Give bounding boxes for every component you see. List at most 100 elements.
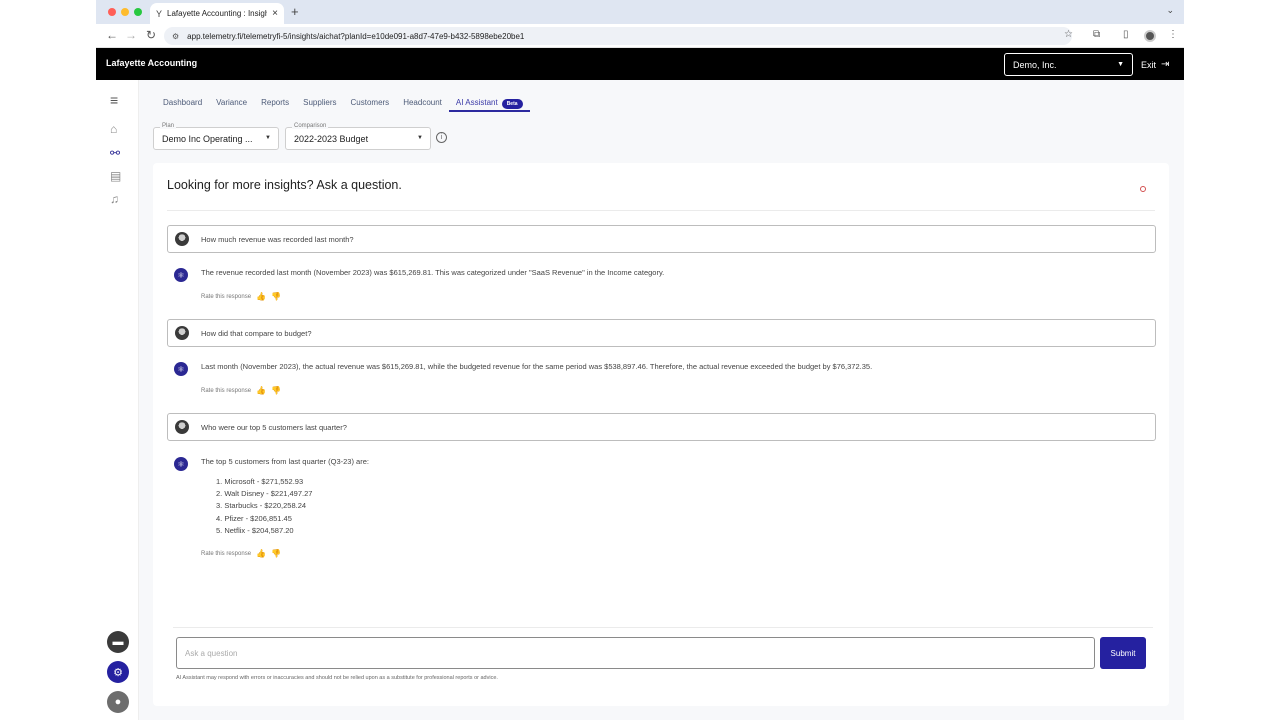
left-rail: ≡ ⌂ ⚯ ▤ ♫ ▬ ⚙ ● <box>96 80 139 720</box>
exit-button[interactable]: Exit ⇥ <box>1141 59 1169 70</box>
tab-reports[interactable]: Reports <box>254 96 296 112</box>
new-tab-button[interactable]: + <box>291 4 299 19</box>
list-item: 2. Walt Disney - $221,497.27 <box>216 489 313 499</box>
organization-select[interactable]: Demo, Inc. ▼ <box>1004 53 1133 76</box>
plan-select-value: Demo Inc Operating ... <box>162 134 253 144</box>
rating-row: Rate this response 👍 👎 <box>201 386 281 395</box>
divider <box>173 627 1153 628</box>
thumbs-up-icon[interactable]: 👍 <box>256 549 266 558</box>
disclaimer-text: AI Assistant may respond with errors or … <box>176 675 498 681</box>
assistant-avatar-icon: ⚛ <box>174 457 188 471</box>
comparison-select[interactable]: Comparison 2022-2023 Budget ▼ <box>285 123 431 150</box>
gear-icon[interactable]: ⚙ <box>107 661 129 683</box>
browser-toolbar: ← → ↻ ⚙ app.telemetry.fi/telemetryfi-5/i… <box>96 24 1184 48</box>
assistant-avatar-icon: ⚛ <box>174 268 188 282</box>
puzzle-icon[interactable]: ⧉ <box>1093 29 1100 40</box>
kebab-menu-icon[interactable]: ⋮ <box>1168 29 1178 40</box>
screen-gutter-left <box>0 0 96 720</box>
document-icon[interactable]: ▤ <box>110 169 121 183</box>
bell-icon[interactable]: ♫ <box>110 192 119 206</box>
forward-arrow-icon[interactable]: → <box>125 28 137 42</box>
profile-avatar[interactable] <box>1144 30 1156 42</box>
tab-title: Lafayette Accounting : Insigh <box>167 9 268 18</box>
user-avatar <box>175 326 189 340</box>
screen-gutter-right <box>1184 0 1280 720</box>
plan-select-label: Plan <box>160 123 177 129</box>
window-close-button[interactable] <box>108 8 116 16</box>
list-item: 5. Netflix - $204,587.20 <box>216 525 294 535</box>
chat-title: Looking for more insights? Ask a questio… <box>167 178 402 192</box>
user-avatar <box>175 420 189 434</box>
rate-label: Rate this response <box>201 550 252 557</box>
answer-text: The top 5 customers from last quarter (Q… <box>201 457 369 466</box>
plan-select[interactable]: Plan Demo Inc Operating ... ▼ <box>153 123 279 150</box>
comparison-select-label: Comparison <box>292 123 329 129</box>
insights-icon[interactable]: ⚯ <box>110 146 120 160</box>
caret-down-icon: ▼ <box>417 135 423 141</box>
answer-text: Last month (November 2023), the actual r… <box>201 362 873 371</box>
brand-name: Lafayette Accounting <box>106 58 198 68</box>
list-item: 4. Pfizer - $206,851.45 <box>216 513 292 523</box>
divider <box>167 210 1155 211</box>
exit-label: Exit <box>1141 59 1157 70</box>
thumbs-down-icon[interactable]: 👎 <box>271 292 281 301</box>
thumbs-down-icon[interactable]: 👎 <box>271 549 281 558</box>
user-avatar <box>175 232 189 246</box>
sidepanel-icon[interactable]: ▯ <box>1123 29 1129 40</box>
chat-card: Looking for more insights? Ask a questio… <box>153 163 1169 706</box>
tab-search-chevron-icon[interactable]: ⌄ <box>1166 5 1174 16</box>
caret-down-icon: ▼ <box>265 135 271 141</box>
question-text: Who were our top 5 customers last quarte… <box>201 423 347 432</box>
tab-close-icon[interactable]: × <box>272 8 278 19</box>
section-tabs: Dashboard Variance Reports Suppliers Cus… <box>156 96 530 112</box>
tab-ai-assistant-label: AI Assistant <box>455 98 498 107</box>
app-header: Lafayette Accounting Demo, Inc. ▼ Exit ⇥ <box>96 48 1184 80</box>
tab-variance[interactable]: Variance <box>209 96 254 112</box>
rate-label: Rate this response <box>201 293 252 300</box>
hamburger-icon[interactable]: ≡ <box>110 92 118 108</box>
user-question: How did that compare to budget? <box>167 319 1156 347</box>
thumbs-up-icon[interactable]: 👍 <box>256 292 266 301</box>
caret-down-icon: ▼ <box>1117 61 1124 68</box>
browser-window: Y Lafayette Accounting : Insigh × + ⌄ ← … <box>96 0 1184 720</box>
browser-tab[interactable]: Y Lafayette Accounting : Insigh × <box>150 3 284 24</box>
star-icon[interactable]: ☆ <box>1064 29 1073 40</box>
list-item: 1. Microsoft - $271,552.93 <box>216 477 304 486</box>
tab-customers[interactable]: Customers <box>344 96 397 112</box>
tab-ai-assistant[interactable]: AI Assistant Beta <box>448 96 530 112</box>
window-maximize-button[interactable] <box>134 8 142 16</box>
question-text: How much revenue was recorded last month… <box>201 235 354 244</box>
answer-text: The revenue recorded last month (Novembe… <box>201 268 665 277</box>
back-arrow-icon[interactable]: ← <box>106 28 118 42</box>
browser-tab-strip: Y Lafayette Accounting : Insigh × + ⌄ <box>96 0 1184 24</box>
reload-icon[interactable]: ↻ <box>146 28 156 42</box>
url-text: app.telemetry.fi/telemetryfi-5/insights/… <box>187 31 525 41</box>
rate-label: Rate this response <box>201 387 252 394</box>
favicon-icon: Y <box>156 8 163 19</box>
thumbs-down-icon[interactable]: 👎 <box>271 386 281 395</box>
customer-list: 1. Microsoft - $271,552.93 2. Walt Disne… <box>216 477 312 538</box>
question-text: How did that compare to budget? <box>201 329 312 338</box>
user-question: Who were our top 5 customers last quarte… <box>167 413 1156 441</box>
rating-row: Rate this response 👍 👎 <box>201 292 281 301</box>
window-minimize-button[interactable] <box>121 8 129 16</box>
assistant-avatar-icon: ⚛ <box>174 362 188 376</box>
address-bar[interactable]: ⚙ app.telemetry.fi/telemetryfi-5/insight… <box>164 27 1072 45</box>
status-indicator-icon <box>1140 186 1146 192</box>
thumbs-up-icon[interactable]: 👍 <box>256 386 266 395</box>
logout-icon: ⇥ <box>1161 59 1170 70</box>
site-info-icon[interactable]: ⚙ <box>172 32 179 41</box>
list-item: 3. Starbucks - $220,258.24 <box>216 501 307 511</box>
submit-button[interactable]: Submit <box>1100 637 1146 669</box>
question-input[interactable] <box>176 637 1095 669</box>
tab-dashboard[interactable]: Dashboard <box>156 96 209 112</box>
organization-select-value: Demo, Inc. <box>1013 59 1057 70</box>
tab-suppliers[interactable]: Suppliers <box>296 96 343 112</box>
user-question: How much revenue was recorded last month… <box>167 225 1156 253</box>
info-icon[interactable]: i <box>436 132 447 143</box>
home-icon[interactable]: ⌂ <box>110 122 117 136</box>
user-icon[interactable]: ● <box>107 691 129 713</box>
comparison-select-value: 2022-2023 Budget <box>294 134 369 144</box>
chat-icon[interactable]: ▬ <box>107 631 129 653</box>
tab-headcount[interactable]: Headcount <box>396 96 449 112</box>
